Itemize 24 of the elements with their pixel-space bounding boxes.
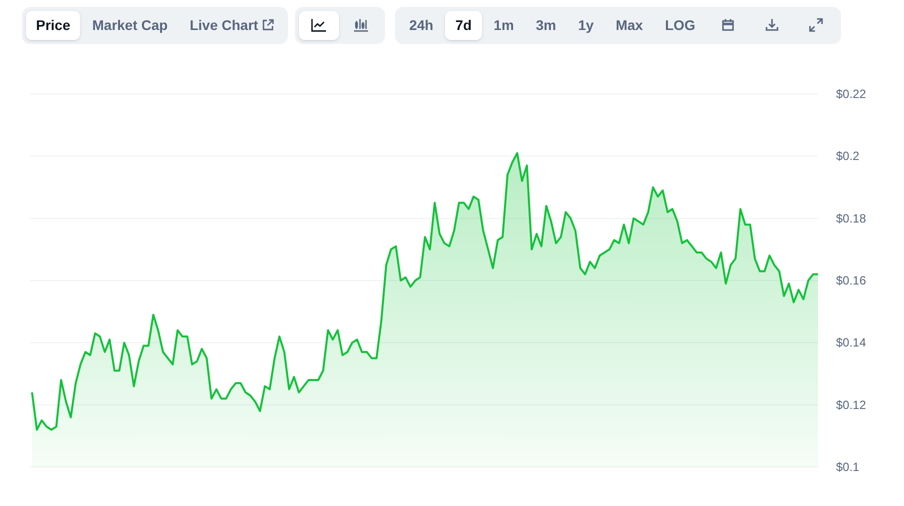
line-chart-icon xyxy=(311,18,328,32)
axis-label: $0.2 xyxy=(836,149,860,164)
view-tab[interactable]: Market Cap xyxy=(82,10,178,40)
range-tab[interactable]: 1y xyxy=(568,10,604,40)
range-tab[interactable]: LOG xyxy=(654,10,706,40)
calendar-icon xyxy=(721,18,736,32)
view-tab[interactable]: Live Chart xyxy=(180,10,284,40)
view-tab[interactable]: Price xyxy=(26,10,80,40)
range-tab[interactable]: 7d xyxy=(445,10,482,40)
axis-label: $0.12 xyxy=(836,398,866,412)
axis-label: $0.18 xyxy=(836,211,866,226)
range-tab[interactable]: Max xyxy=(606,10,653,40)
range-tab[interactable]: 3m xyxy=(526,10,566,40)
chart-type-button[interactable] xyxy=(299,10,340,40)
range-tab[interactable]: 24h xyxy=(399,10,444,40)
range-tab[interactable]: 1m xyxy=(484,10,524,40)
axis-label: $0.14 xyxy=(836,336,866,350)
external-link-icon xyxy=(262,19,274,31)
expand-icon xyxy=(809,18,824,32)
download-icon xyxy=(765,18,780,32)
candlestick-icon xyxy=(353,18,370,32)
axis-label: $0.16 xyxy=(836,274,866,288)
axis-label: $0.22 xyxy=(836,87,866,101)
axis-label: $0.1 xyxy=(836,460,860,474)
